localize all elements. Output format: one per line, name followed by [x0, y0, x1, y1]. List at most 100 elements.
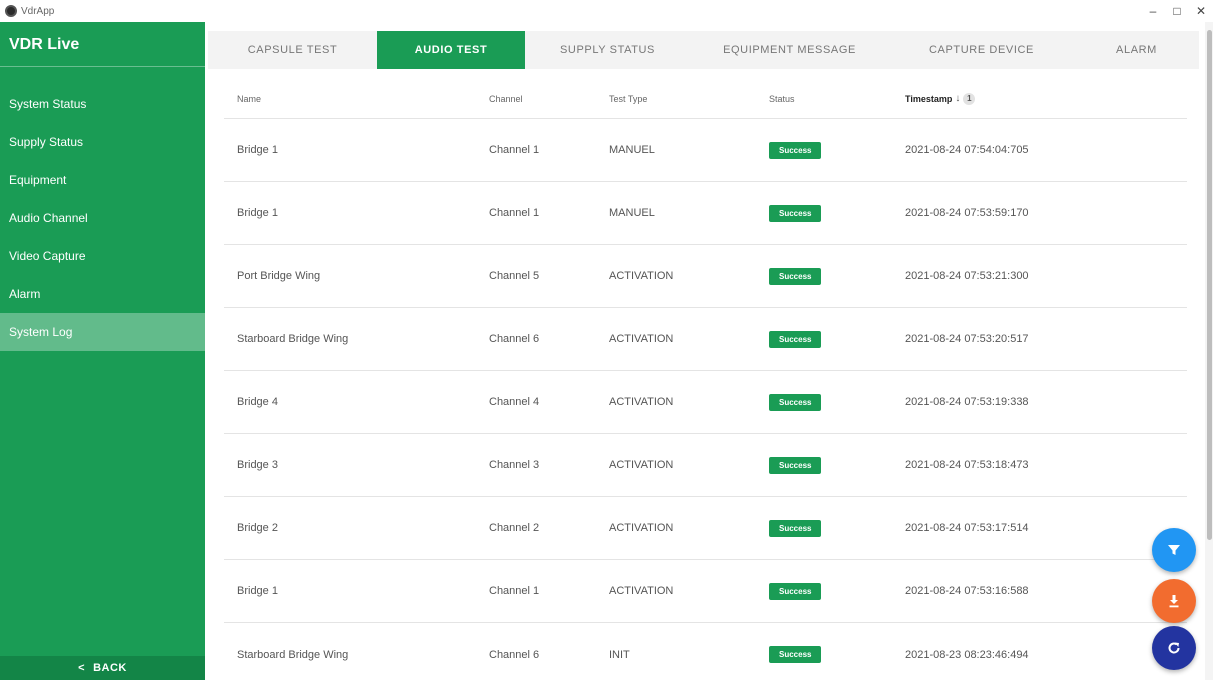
- table-row[interactable]: Bridge 1 Channel 1 MANUEL Success 2021-0…: [224, 119, 1187, 182]
- sidebar-item-equipment[interactable]: Equipment: [0, 161, 205, 199]
- cell-test-type: ACTIVATION: [609, 585, 674, 597]
- tab-capsule-test[interactable]: CAPSULE TEST: [208, 31, 377, 69]
- cell-name: Bridge 1: [237, 144, 278, 156]
- column-header-name[interactable]: Name: [224, 94, 473, 104]
- cell-test-type: ACTIVATION: [609, 522, 674, 534]
- sidebar-item-audio-channel[interactable]: Audio Channel: [0, 199, 205, 237]
- cell-name: Bridge 4: [237, 396, 278, 408]
- tab-equipment-message[interactable]: EQUIPMENT MESSAGE: [690, 31, 889, 69]
- cell-test-type: ACTIVATION: [609, 396, 674, 408]
- status-badge: Success: [769, 646, 822, 663]
- tab-alarm[interactable]: ALARM: [1074, 31, 1199, 69]
- app-logo-icon: [5, 5, 17, 17]
- cell-timestamp: 2021-08-24 07:53:16:588: [905, 585, 1029, 597]
- column-header-status[interactable]: Status: [758, 94, 903, 104]
- tab-bar: CAPSULE TEST AUDIO TEST SUPPLY STATUS EQ…: [208, 31, 1199, 69]
- status-badge: Success: [769, 141, 822, 159]
- sidebar-item-system-status[interactable]: System Status: [0, 85, 205, 123]
- refresh-icon: [1168, 642, 1180, 654]
- cell-name: Port Bridge Wing: [237, 270, 321, 282]
- cell-status: Success: [758, 141, 903, 159]
- cell-timestamp: 2021-08-24 07:53:20:517: [905, 333, 1029, 345]
- table-row[interactable]: Starboard Bridge Wing Channel 6 INIT Suc…: [224, 623, 1187, 680]
- cell-name: Bridge 3: [237, 459, 278, 471]
- cell-test-type: ACTIVATION: [609, 459, 674, 471]
- sort-order-badge: 1: [963, 92, 976, 105]
- close-button[interactable]: ✕: [1189, 0, 1213, 22]
- table-row[interactable]: Port Bridge Wing Channel 5 ACTIVATION Su…: [224, 245, 1187, 308]
- cell-name: Bridge 1: [237, 207, 278, 219]
- status-badge: Success: [769, 330, 822, 348]
- cell-status: Success: [758, 456, 903, 474]
- window-controls: – □ ✕: [1141, 0, 1213, 22]
- status-badge: Success: [769, 393, 822, 411]
- cell-timestamp: 2021-08-23 08:23:46:494: [905, 648, 1029, 661]
- cell-test-type: ACTIVATION: [609, 333, 674, 345]
- audio-test-table: Name Channel Test Type Status Timestamp …: [224, 79, 1187, 680]
- cell-channel: Channel 6: [489, 648, 540, 661]
- back-label: BACK: [93, 662, 127, 674]
- window-title: VdrApp: [21, 5, 55, 17]
- sort-descending-icon: ↓: [955, 93, 961, 104]
- cell-channel: Channel 2: [489, 522, 540, 534]
- table-row[interactable]: Bridge 2 Channel 2 ACTIVATION Success 20…: [224, 497, 1187, 560]
- table-row[interactable]: Bridge 4 Channel 4 ACTIVATION Success 20…: [224, 371, 1187, 434]
- sidebar-item-video-capture[interactable]: Video Capture: [0, 237, 205, 275]
- app-title: VDR Live: [0, 22, 205, 67]
- cell-name: Bridge 2: [237, 522, 278, 534]
- cell-timestamp: 2021-08-24 07:53:17:514: [905, 522, 1029, 534]
- cell-status: Success: [758, 393, 903, 411]
- sidebar-item-supply-status[interactable]: Supply Status: [0, 123, 205, 161]
- cell-test-type: MANUEL: [609, 144, 655, 156]
- tab-capture-device[interactable]: CAPTURE DEVICE: [889, 31, 1074, 69]
- column-header-timestamp[interactable]: Timestamp ↓ 1: [903, 92, 1187, 105]
- minimize-button[interactable]: –: [1141, 0, 1165, 22]
- cell-status: Success: [758, 204, 903, 222]
- cell-name: Starboard Bridge Wing: [237, 333, 349, 345]
- column-header-test-type[interactable]: Test Type: [594, 94, 758, 104]
- cell-status: Success: [758, 267, 903, 285]
- cell-timestamp: 2021-08-24 07:53:19:338: [905, 396, 1029, 408]
- table-header: Name Channel Test Type Status Timestamp …: [224, 79, 1187, 119]
- status-badge: Success: [769, 582, 822, 600]
- cell-name: Starboard Bridge Wing: [237, 648, 349, 661]
- cell-status: Success: [758, 519, 903, 537]
- cell-timestamp: 2021-08-24 07:53:21:300: [905, 270, 1029, 282]
- filter-button[interactable]: [1152, 528, 1196, 572]
- status-badge: Success: [769, 267, 822, 285]
- tab-supply-status[interactable]: SUPPLY STATUS: [525, 31, 690, 69]
- back-button[interactable]: < BACK: [0, 656, 205, 680]
- table-row[interactable]: Bridge 1 Channel 1 MANUEL Success 2021-0…: [224, 182, 1187, 245]
- cell-channel: Channel 1: [489, 144, 540, 156]
- maximize-button[interactable]: □: [1165, 0, 1189, 22]
- download-icon: [1169, 595, 1179, 608]
- window-title-bar: VdrApp – □ ✕: [0, 0, 1213, 22]
- tab-audio-test[interactable]: AUDIO TEST: [377, 31, 525, 69]
- table-row[interactable]: Bridge 1 Channel 1 ACTIVATION Success 20…: [224, 560, 1187, 623]
- sidebar-item-alarm[interactable]: Alarm: [0, 275, 205, 313]
- chevron-left-icon: <: [78, 662, 86, 674]
- cell-name: Bridge 1: [237, 585, 278, 597]
- table-row[interactable]: Starboard Bridge Wing Channel 6 ACTIVATI…: [224, 308, 1187, 371]
- cell-channel: Channel 3: [489, 459, 540, 471]
- refresh-button[interactable]: [1152, 626, 1196, 670]
- table-row[interactable]: Bridge 3 Channel 3 ACTIVATION Success 20…: [224, 434, 1187, 497]
- cell-channel: Channel 1: [489, 207, 540, 219]
- status-badge: Success: [769, 519, 822, 537]
- cell-test-type: MANUEL: [609, 207, 655, 219]
- cell-channel: Channel 6: [489, 333, 540, 345]
- cell-channel: Channel 1: [489, 585, 540, 597]
- status-badge: Success: [769, 204, 822, 222]
- cell-channel: Channel 4: [489, 396, 540, 408]
- sidebar-item-system-log[interactable]: System Log: [0, 313, 205, 351]
- download-button[interactable]: [1152, 579, 1196, 623]
- sidebar-nav: System Status Supply Status Equipment Au…: [0, 85, 205, 351]
- sidebar: VDR Live System Status Supply Status Equ…: [0, 22, 205, 680]
- cell-timestamp: 2021-08-24 07:53:18:473: [905, 459, 1029, 471]
- cell-timestamp: 2021-08-24 07:54:04:705: [905, 144, 1029, 156]
- timestamp-header-label: Timestamp: [905, 93, 953, 104]
- scrollbar-thumb[interactable]: [1207, 30, 1212, 540]
- filter-icon: [1168, 545, 1180, 555]
- status-badge: Success: [769, 456, 822, 474]
- column-header-channel[interactable]: Channel: [473, 94, 594, 104]
